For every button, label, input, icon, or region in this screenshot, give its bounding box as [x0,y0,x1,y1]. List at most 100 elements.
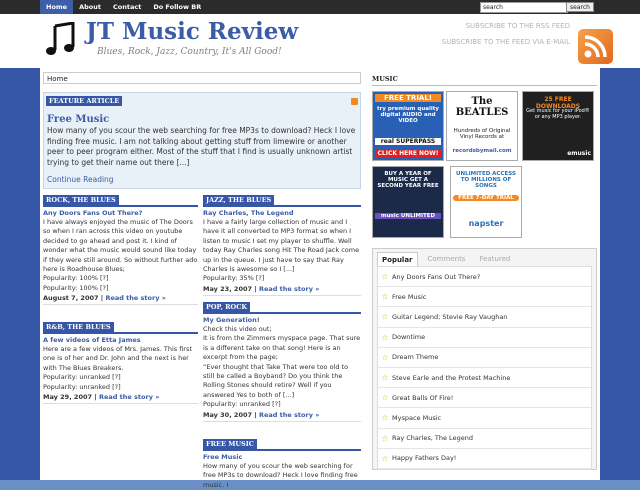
ad-text: try premium quality digital AUDIO and VI… [377,106,439,124]
nav-do-follow[interactable]: Do Follow BR [147,0,207,14]
ad-text: Hundreds of Original Vinyl Records at [453,128,511,140]
read-story-link[interactable]: Read the story » [259,285,319,293]
category-label[interactable]: ROCK, THE BLUES [43,195,119,205]
main-nav: Home About Contact Do Follow BR [40,0,207,14]
category-label[interactable]: R&B, THE BLUES [43,322,114,332]
search-input[interactable] [480,2,568,13]
search-button[interactable]: search [566,2,594,12]
list-item-label: Free Music [392,292,427,301]
feature-article: FEATURE ARTICLE Free Music How many of y… [43,92,361,189]
post-date: August 7, 2007 [43,294,99,303]
list-item[interactable]: ☆ Steve Earle and the Protest Machine [378,368,591,389]
list-item-label: Myspace Music [392,413,442,422]
star-icon: ☆ [381,312,389,322]
list-item-label: Any Doors Fans Out There? [392,272,481,281]
star-icon: ☆ [381,292,389,302]
post-date: May 23, 2007 [203,284,253,293]
rss-feed-icon[interactable] [578,29,613,64]
list-item[interactable]: ☆ Dream Theme [378,348,591,368]
post-title[interactable]: Any Doors Fans Out There? [43,209,198,218]
feature-title[interactable]: Free Music [47,114,109,125]
sidebar-heading: MUSIC [372,75,597,86]
ad-cta: FREE 7-DAY TRIAL [453,195,519,201]
ad-text: UNLIMITED ACCESS TO MILLIONS OF SONGS [456,171,516,189]
ad-title: The BEATLES [455,96,509,118]
read-story-link[interactable]: Read the story » [259,411,319,419]
ad-brand: music UNLIMITED [375,213,441,219]
popularity: Popularity: unranked [?] [203,400,281,409]
top-navigation-bar: Home About Contact Do Follow BR search [0,0,640,14]
list-item[interactable]: ☆ Downtime [378,328,591,348]
ad-napster[interactable]: UNLIMITED ACCESS TO MILLIONS OF SONGS FR… [450,166,522,238]
ad-text: BUY A YEAR OF MUSIC GET A SECOND YEAR FR… [377,171,439,189]
popularity: Popularity: unranked [?] [43,382,121,391]
breadcrumb[interactable]: Home [43,72,361,84]
nav-contact[interactable]: Contact [107,0,147,14]
rss-small-icon[interactable] [351,98,358,105]
ad-emusic-downloads[interactable]: 25 FREE DOWNLOADS Get music for your iPo… [522,91,594,161]
category-label[interactable]: POP, ROCK [203,302,251,312]
category-label[interactable]: JAZZ, THE BLUES [203,195,275,205]
list-item[interactable]: ☆ Ray Charles, The Legend [378,429,591,449]
read-story-link[interactable]: Read the story » [99,393,159,401]
star-icon: ☆ [381,272,389,282]
nav-home[interactable]: Home [40,0,74,14]
popularity: Popularity: unranked [?] [43,373,121,382]
page-side-right [600,68,640,480]
feature-label: FEATURE ARTICLE [46,96,123,106]
post-title[interactable]: A few videos of Etta James [43,336,198,345]
tab-popular[interactable]: Popular [377,252,418,266]
tab-comments[interactable]: Comments [424,252,470,266]
tab-featured[interactable]: Featured [475,252,514,266]
star-icon: ☆ [381,352,389,362]
site-tagline: Blues, Rock, Jazz, Country, It's All Goo… [97,47,282,57]
list-item[interactable]: ☆ Happy Fathers Day! [378,449,591,469]
popular-widget: Popular Comments Featured ☆ Any Doors Fan… [372,248,597,470]
ad-brand: napster [468,219,504,228]
post-line: Check this video out; [203,325,272,333]
star-icon: ☆ [381,453,389,463]
post-title[interactable]: Free Music [203,453,361,462]
page-side-left [0,68,40,480]
continue-reading-link[interactable]: Continue Reading [47,175,114,184]
subscribe-email-link[interactable]: SUBSCRIBE TO THE FEED VIA E-MAIL [442,38,570,46]
list-item-label: Steve Earle and the Protest Machine [392,373,511,382]
list-item-label: Downtime [392,333,426,342]
category-label[interactable]: FREE MUSIC [203,439,257,449]
post-excerpt: Here are a few videos of Mrs. James. Thi… [43,345,192,372]
list-item-label: Ray Charles, The Legend [392,434,473,443]
star-icon: ☆ [381,433,389,443]
ad-link: recordsbymail.com [452,148,512,154]
post-rb-blues: R&B, THE BLUES A few videos of Etta Jame… [43,322,198,408]
star-icon: ☆ [381,373,389,383]
popularity: Popularity: 100% [?] [43,274,109,283]
post-excerpt: I have a fairly large collection of musi… [203,218,360,274]
nav-about[interactable]: About [73,0,107,14]
site-title[interactable]: JT Music Review [86,18,298,45]
feature-body: How many of you scour the web searching … [47,126,356,167]
star-icon: ☆ [381,393,389,403]
ad-music-unlimited[interactable]: BUY A YEAR OF MUSIC GET A SECOND YEAR FR… [372,166,444,238]
list-item-label: Dream Theme [392,353,439,362]
post-title[interactable]: Ray Charles, The Legend [203,209,361,218]
popularity: Popularity: 35% [?] [203,274,265,283]
post-free-music: FREE MUSIC Free Music How many of you sc… [203,439,361,490]
post-title[interactable]: My Generation! [203,316,361,325]
list-item[interactable]: ☆ Great Balls Of Fire! [378,388,591,409]
post-rock-blues: ROCK, THE BLUES Any Doors Fans Out There… [43,195,198,309]
list-item[interactable]: ☆ Free Music [378,287,591,308]
ad-brand: emusic [567,150,591,157]
ad-real-superpass[interactable]: FREE TRIAL! try premium quality digital … [372,91,444,161]
subscribe-rss-link[interactable]: SUBSCRIBE TO THE RSS FEED [466,22,570,30]
ad-beatles-records[interactable]: The BEATLES Hundreds of Original Vinyl R… [446,91,518,161]
read-story-link[interactable]: Read the story » [105,294,165,302]
list-item[interactable]: ☆ Guitar Legend; Stevie Ray Vaughan [378,307,591,328]
list-item[interactable]: ☆ Myspace Music [378,408,591,429]
ad-cta: CLICK HERE NOW! [375,150,441,157]
ad-brand: real SUPERPASS [375,138,441,145]
popular-list: ☆ Any Doors Fans Out There? ☆ Free Music ☆… [377,266,592,470]
post-date: May 30, 2007 [203,410,253,419]
list-item[interactable]: ☆ Any Doors Fans Out There? [378,267,591,288]
list-item-label: Happy Fathers Day! [392,454,457,463]
post-quote: “Ever thought that Take That were too ol… [203,362,349,399]
